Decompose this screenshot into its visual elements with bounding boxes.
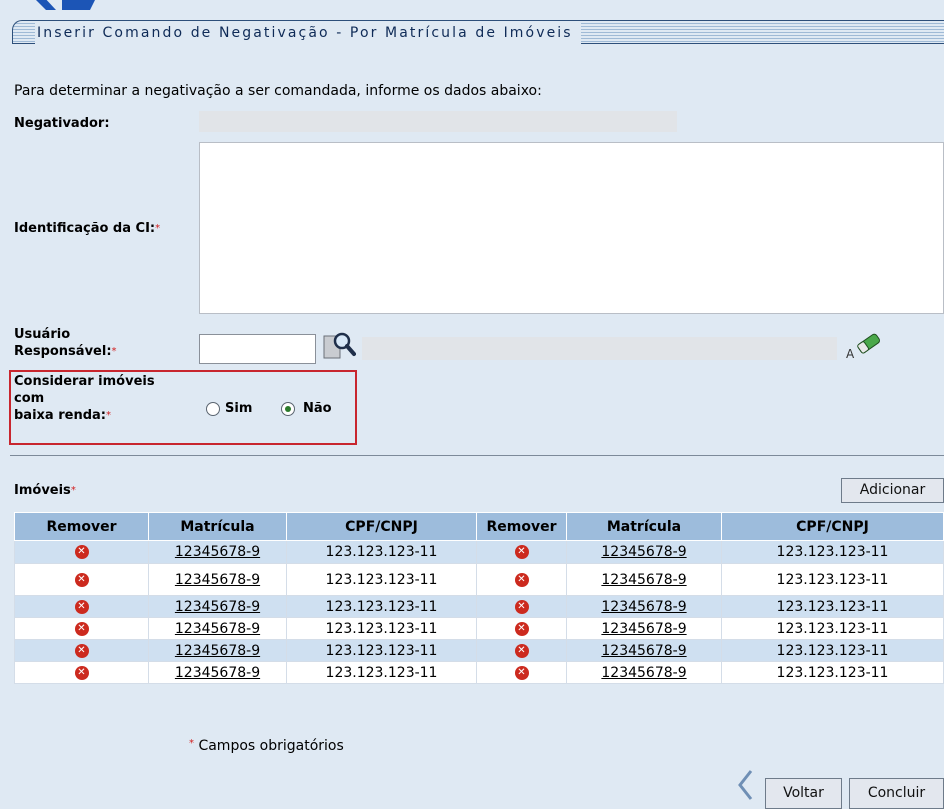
col-header-matricula: Matrícula xyxy=(566,512,722,541)
col-header-matricula: Matrícula xyxy=(148,512,287,541)
col-header-cpf: CPF/CNPJ xyxy=(721,512,944,541)
cpf-cell: 123.123.123-11 xyxy=(721,639,944,662)
cpf-cell: 123.123.123-11 xyxy=(286,617,477,640)
remove-icon[interactable]: ✕ xyxy=(514,599,529,614)
remove-icon[interactable]: ✕ xyxy=(514,545,529,559)
baixa-renda-label: Considerar imóveis com baixa renda:* xyxy=(14,374,155,423)
usuario-name-display xyxy=(362,337,837,360)
cpf-cell: 123.123.123-11 xyxy=(286,661,477,684)
cpf-cell: 123.123.123-11 xyxy=(721,563,944,596)
matricula-link[interactable]: 12345678-9 xyxy=(601,621,686,637)
add-button[interactable]: Adicionar xyxy=(841,478,944,503)
negativador-field xyxy=(199,111,677,132)
matricula-link[interactable]: 12345678-9 xyxy=(175,572,260,588)
table-row: ✕ 12345678-9 123.123.123-11 ✕ 12345678-9… xyxy=(14,595,944,618)
matricula-link[interactable]: 12345678-9 xyxy=(175,621,260,637)
remove-icon[interactable]: ✕ xyxy=(74,643,89,658)
radio-sim[interactable] xyxy=(206,402,220,416)
imoveis-table: Remover Matrícula CPF/CNPJ Remover Matrí… xyxy=(14,512,944,684)
remove-icon[interactable]: ✕ xyxy=(74,572,89,587)
col-header-remover: Remover xyxy=(476,512,567,541)
usuario-input[interactable] xyxy=(199,334,316,364)
page-title-bar: Inserir Comando de Negativação - Por Mat… xyxy=(12,20,944,44)
matricula-link[interactable]: 12345678-9 xyxy=(175,665,260,681)
matricula-link[interactable]: 12345678-9 xyxy=(601,572,686,588)
remove-icon[interactable]: ✕ xyxy=(74,621,89,636)
search-icon[interactable] xyxy=(322,330,356,364)
matricula-link[interactable]: 12345678-9 xyxy=(601,544,686,560)
col-header-cpf: CPF/CNPJ xyxy=(286,512,477,541)
table-row: ✕ 12345678-9 123.123.123-11 ✕ 12345678-9… xyxy=(14,563,944,596)
usuario-label: Usuário Responsável:* xyxy=(14,327,117,359)
remove-icon[interactable]: ✕ xyxy=(514,621,529,636)
table-row: ✕ 12345678-9 123.123.123-11 ✕ 12345678-9… xyxy=(14,639,944,662)
matricula-link[interactable]: 12345678-9 xyxy=(175,643,260,659)
svg-text:A: A xyxy=(846,347,855,360)
table-row: ✕ 12345678-9 123.123.123-11 ✕ 12345678-9… xyxy=(14,617,944,640)
remove-icon[interactable]: ✕ xyxy=(74,665,89,680)
logo-fragment xyxy=(0,0,120,10)
col-header-remover: Remover xyxy=(14,512,149,541)
cpf-cell: 123.123.123-11 xyxy=(721,595,944,618)
matricula-link[interactable]: 12345678-9 xyxy=(175,544,260,560)
table-header-row: Remover Matrícula CPF/CNPJ Remover Matrí… xyxy=(14,512,944,541)
identificacao-label: Identificação da CI:* xyxy=(14,221,161,236)
remove-icon[interactable]: ✕ xyxy=(514,572,529,587)
back-arrow-icon xyxy=(737,769,753,805)
cpf-cell: 123.123.123-11 xyxy=(286,563,477,596)
identificacao-textarea[interactable] xyxy=(199,142,944,314)
back-button[interactable]: Voltar xyxy=(765,778,842,809)
radio-nao-label: Não xyxy=(303,401,332,416)
cpf-cell: 123.123.123-11 xyxy=(721,540,944,564)
page-title: Inserir Comando de Negativação - Por Mat… xyxy=(35,22,581,44)
matricula-link[interactable]: 12345678-9 xyxy=(601,599,686,615)
clear-eraser-icon[interactable]: A xyxy=(846,330,882,364)
cpf-cell: 123.123.123-11 xyxy=(286,540,477,564)
matricula-link[interactable]: 12345678-9 xyxy=(601,665,686,681)
required-fields-note: * Campos obrigatórios xyxy=(189,738,344,754)
radio-sim-label: Sim xyxy=(225,401,253,416)
intro-text: Para determinar a negativação a ser coma… xyxy=(14,83,542,99)
cpf-cell: 123.123.123-11 xyxy=(721,617,944,640)
radio-nao[interactable] xyxy=(281,402,295,416)
section-divider xyxy=(10,455,944,456)
cpf-cell: 123.123.123-11 xyxy=(286,639,477,662)
remove-icon[interactable]: ✕ xyxy=(74,545,89,559)
remove-icon[interactable]: ✕ xyxy=(74,599,89,614)
finish-button[interactable]: Concluir xyxy=(849,778,944,809)
remove-icon[interactable]: ✕ xyxy=(514,643,529,658)
remove-icon[interactable]: ✕ xyxy=(514,665,529,680)
table-row: ✕ 12345678-9 123.123.123-11 ✕ 12345678-9… xyxy=(14,540,944,564)
cpf-cell: 123.123.123-11 xyxy=(721,661,944,684)
matricula-link[interactable]: 12345678-9 xyxy=(601,643,686,659)
imoveis-label: Imóveis* xyxy=(14,483,76,498)
cpf-cell: 123.123.123-11 xyxy=(286,595,477,618)
table-row: ✕ 12345678-9 123.123.123-11 ✕ 12345678-9… xyxy=(14,661,944,684)
matricula-link[interactable]: 12345678-9 xyxy=(175,599,260,615)
negativador-label: Negativador: xyxy=(14,116,110,131)
